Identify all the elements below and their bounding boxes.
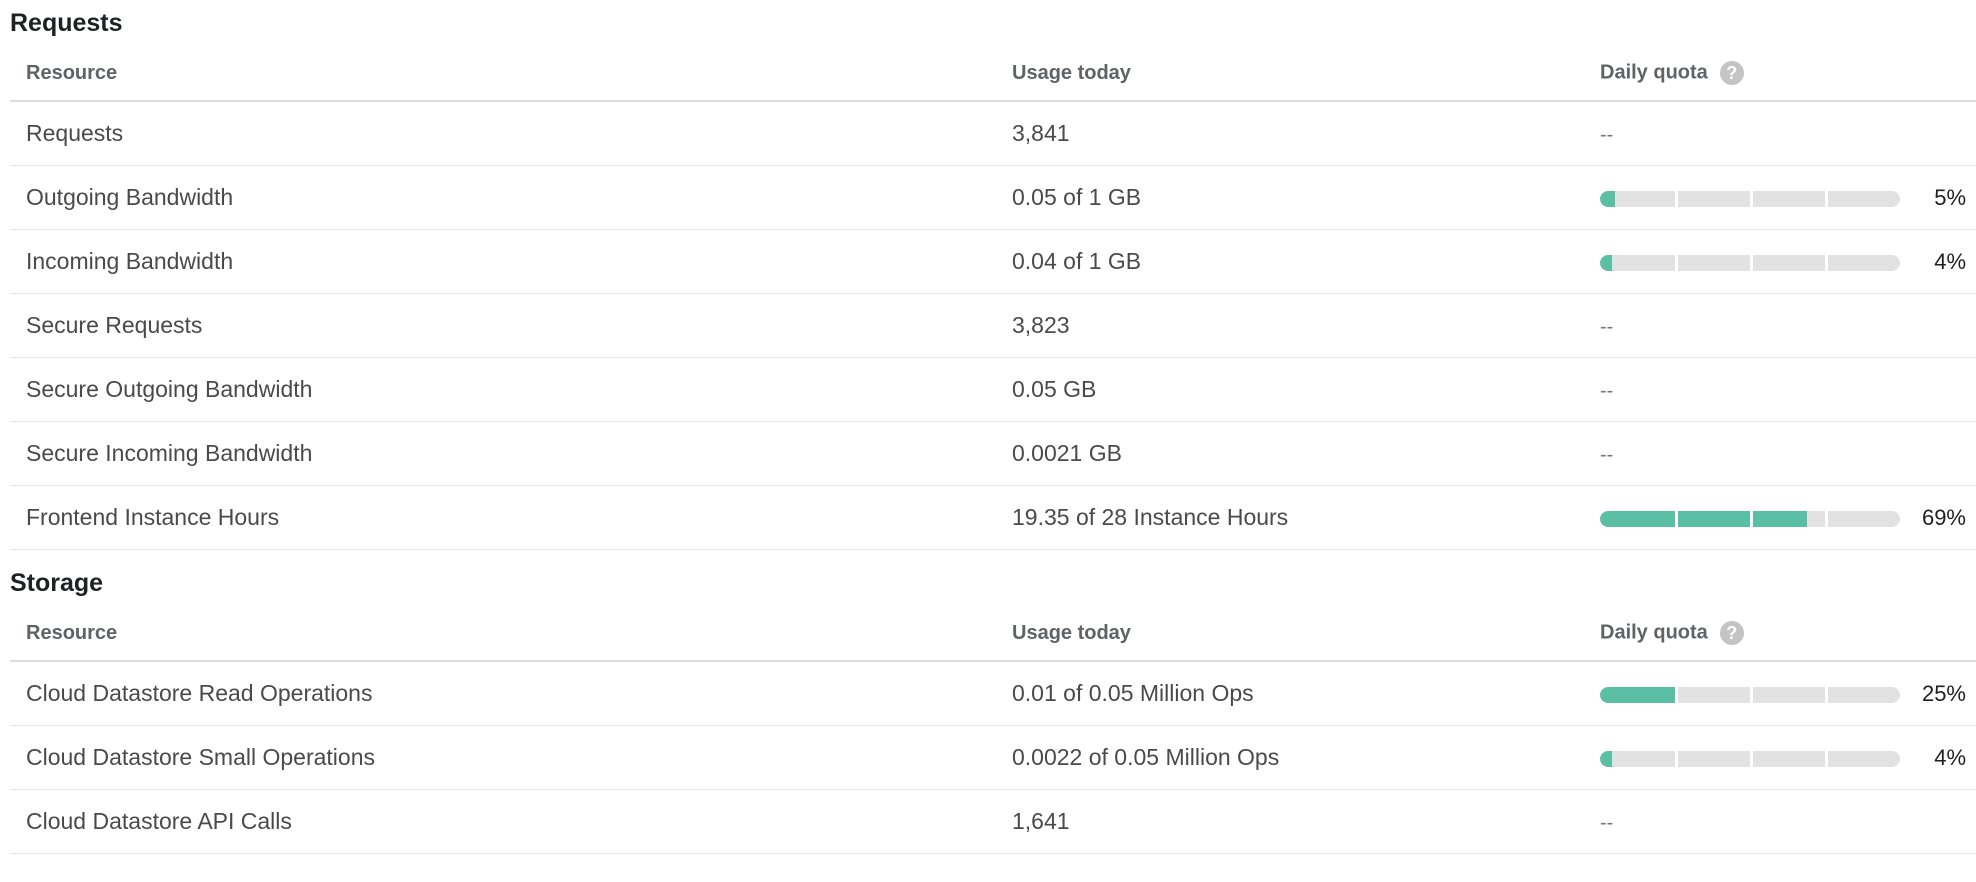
quota-empty-value: --	[1600, 444, 1614, 466]
usage-today-cell: 19.35 of 28 Instance Hours	[1012, 485, 1600, 550]
quota-progress-divider	[1750, 254, 1753, 271]
quota-progress-divider	[1825, 190, 1828, 207]
quota-progress-divider	[1825, 254, 1828, 271]
usage-today-cell: 0.0022 of 0.05 Million Ops	[1012, 725, 1600, 790]
table-row: Cloud Datastore Read Operations 0.01 of 0…	[10, 661, 1976, 726]
quota-progress-bar	[1600, 510, 1900, 527]
help-icon[interactable]: ?	[1719, 621, 1744, 645]
daily-quota-column-header: Daily quota?	[1600, 606, 1976, 662]
quota-progress-bar	[1600, 254, 1900, 271]
table-row: Cloud Datastore Small Operations 0.0022 o…	[10, 725, 1976, 790]
table-row: Outgoing Bandwidth 0.05 of 1 GB 5%	[10, 165, 1976, 230]
quota-progress-divider	[1750, 510, 1753, 527]
usage-today-cell: 3,841	[1012, 101, 1600, 166]
table-row: Secure Incoming Bandwidth 0.0021 GB --	[10, 421, 1976, 486]
quota-progress-divider	[1675, 190, 1678, 207]
quota-progress-fill	[1600, 750, 1612, 767]
table-row: Requests 3,841 --	[10, 101, 1976, 166]
quota-percent-label: 69%	[1921, 504, 1966, 530]
resource-name-cell: Secure Outgoing Bandwidth	[10, 357, 1012, 422]
quota-progress-divider	[1825, 686, 1828, 703]
quota-empty-value: --	[1600, 124, 1614, 146]
usage-today-cell: 0.05 of 1 GB	[1012, 165, 1600, 230]
resource-name-cell: Cloud Datastore API Calls	[10, 789, 1012, 854]
storage-table-body: Cloud Datastore Read Operations 0.01 of 0…	[10, 661, 1976, 854]
quota-progress-divider	[1675, 254, 1678, 271]
quota-progress-fill	[1600, 510, 1807, 527]
quota-progress-divider	[1825, 510, 1828, 527]
quota-progress-fill	[1600, 190, 1615, 207]
quota-progress-divider	[1750, 190, 1753, 207]
resource-column-header: Resource	[10, 606, 1012, 662]
quota-progress-divider	[1750, 686, 1753, 703]
help-icon[interactable]: ?	[1719, 61, 1744, 85]
storage-section-title: Storage	[10, 569, 104, 597]
requests-table-body: Requests 3,841 -- Outgoing Bandwidth 0.05 of…	[10, 101, 1976, 550]
resource-name-cell: Frontend Instance Hours	[10, 485, 1012, 550]
table-row: Incoming Bandwidth 0.04 of 1 GB 4%	[10, 229, 1976, 294]
requests-table: Resource Usage today Daily quota? Reques…	[10, 46, 1976, 550]
quota-progress-bar	[1600, 686, 1900, 703]
table-header-row: Resource Usage today Daily quota?	[10, 606, 1976, 662]
usage-today-cell: 3,823	[1012, 293, 1600, 358]
table-row: Secure Outgoing Bandwidth 0.05 GB --	[10, 357, 1976, 422]
quota-progress-divider	[1675, 510, 1678, 527]
resource-name-cell: Outgoing Bandwidth	[10, 165, 1012, 230]
quota-progress-bar	[1600, 750, 1900, 767]
storage-table: Resource Usage today Daily quota? Cloud …	[10, 606, 1976, 854]
table-row: Secure Requests 3,823 --	[10, 293, 1976, 358]
daily-quota-cell: 5%	[1600, 165, 1976, 230]
usage-today-cell: 0.0021 GB	[1012, 421, 1600, 486]
resource-name-cell: Cloud Datastore Read Operations	[10, 661, 1012, 726]
daily-quota-cell: --	[1600, 293, 1976, 358]
daily-quota-cell: 4%	[1600, 229, 1976, 294]
resource-column-header: Resource	[10, 46, 1012, 102]
daily-quota-column-header: Daily quota?	[1600, 46, 1976, 102]
usage-today-cell: 1,641	[1012, 789, 1600, 854]
quota-progress-divider	[1675, 750, 1678, 767]
table-header-row: Resource Usage today Daily quota?	[10, 46, 1976, 102]
quota-empty-value: --	[1600, 380, 1614, 402]
daily-quota-label: Daily quota	[1600, 61, 1708, 84]
daily-quota-cell: --	[1600, 357, 1976, 422]
usage-today-cell: 0.05 GB	[1012, 357, 1600, 422]
quota-progress-divider	[1675, 686, 1678, 703]
resource-name-cell: Incoming Bandwidth	[10, 229, 1012, 294]
usage-today-cell: 0.01 of 0.05 Million Ops	[1012, 661, 1600, 726]
quota-empty-value: --	[1600, 812, 1614, 834]
usage-column-header: Usage today	[1012, 606, 1600, 662]
quota-progress-bar	[1600, 190, 1900, 207]
table-row: Cloud Datastore API Calls 1,641 --	[10, 789, 1976, 854]
daily-quota-cell: 25%	[1600, 661, 1976, 726]
quota-percent-label: 5%	[1934, 184, 1966, 210]
quota-empty-value: --	[1600, 316, 1614, 338]
daily-quota-cell: --	[1600, 789, 1976, 854]
quota-progress-fill	[1600, 254, 1612, 271]
daily-quota-cell: --	[1600, 421, 1976, 486]
resource-name-cell: Secure Requests	[10, 293, 1012, 358]
requests-section: Requests Resource Usage today Daily quot…	[0, 0, 1976, 550]
usage-today-cell: 0.04 of 1 GB	[1012, 229, 1600, 294]
daily-quota-cell: --	[1600, 101, 1976, 166]
quota-progress-divider	[1750, 750, 1753, 767]
resource-name-cell: Cloud Datastore Small Operations	[10, 725, 1012, 790]
quota-percent-label: 4%	[1934, 248, 1966, 274]
daily-quota-cell: 69%	[1600, 485, 1976, 550]
daily-quota-cell: 4%	[1600, 725, 1976, 790]
daily-quota-label: Daily quota	[1600, 621, 1708, 644]
storage-section: Storage Resource Usage today Daily quota…	[0, 560, 1976, 854]
quota-percent-label: 25%	[1921, 680, 1966, 706]
quota-percent-label: 4%	[1934, 744, 1966, 770]
usage-column-header: Usage today	[1012, 46, 1600, 102]
quota-progress-fill	[1600, 686, 1675, 703]
table-row: Frontend Instance Hours 19.35 of 28 Insta…	[10, 485, 1976, 550]
resource-name-cell: Requests	[10, 101, 1012, 166]
quota-progress-divider	[1825, 750, 1828, 767]
requests-section-title: Requests	[10, 9, 123, 37]
resource-name-cell: Secure Incoming Bandwidth	[10, 421, 1012, 486]
